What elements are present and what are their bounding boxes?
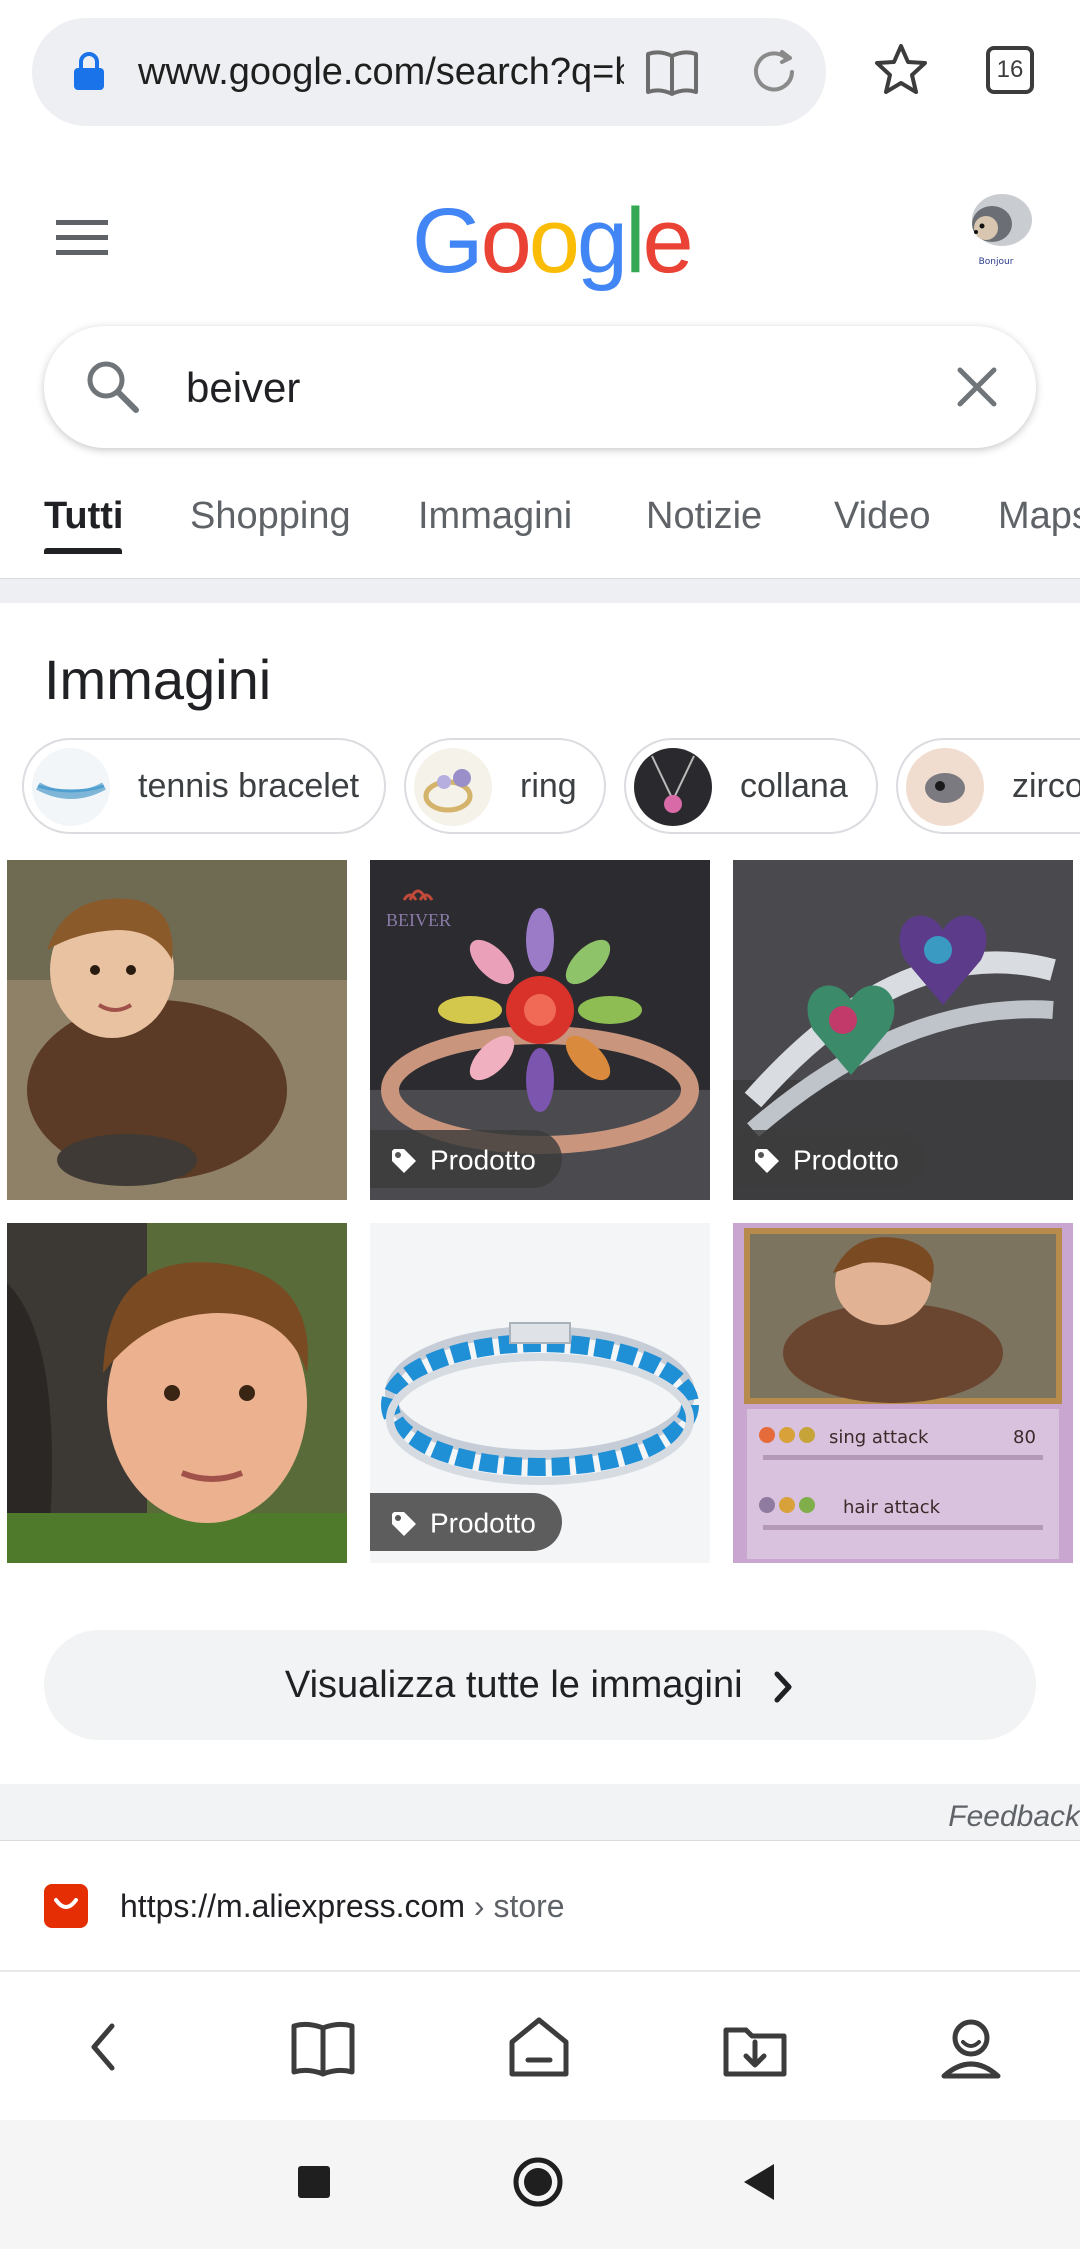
logo-letter: g [576,190,628,292]
chip-label: tennis bracelet [138,767,360,805]
chevron-right-icon [774,1671,792,1703]
chip-label: zirconi [1012,767,1080,805]
image-result-ring-product[interactable]: BEIVER Prodotto [370,860,710,1200]
profile-icon[interactable] [936,2012,1006,2082]
browser-bottom-toolbar [0,1970,1080,2122]
address-bar[interactable]: www.google.com/search?q=beiver [32,18,826,126]
feedback-band [0,1784,1080,1841]
hedgehog-avatar-image: Bonjour [956,186,1036,272]
chip-thumbnail [906,748,984,826]
google-logo[interactable]: Google [412,186,694,296]
back-button-icon[interactable] [740,2162,778,2202]
reader-mode-icon[interactable] [644,46,700,98]
bookmark-star-icon[interactable] [872,42,930,98]
account-avatar[interactable]: Bonjour [956,186,1036,272]
image-result-bracelet-product[interactable]: Prodotto [370,1223,710,1563]
search-icon[interactable] [84,358,142,416]
search-input[interactable] [184,360,788,416]
url-text[interactable]: www.google.com/search?q=beiver [138,48,624,96]
image-result-heart-ring-product[interactable]: Prodotto [733,860,1073,1200]
chip-thumbnail [634,748,712,826]
tab-tutti[interactable]: Tutti [44,490,123,570]
chip-tennis-bracelet[interactable]: tennis bracelet [22,738,386,834]
product-badge-label: Prodotto [430,1507,536,1539]
image-result-pokemon-card[interactable]: sing attack 80 hair attack [733,1223,1073,1563]
product-badge: Prodotto [370,1493,562,1551]
beaver-photo [7,860,347,1200]
hamburger-menu-icon[interactable] [56,218,108,256]
chip-ring[interactable]: ring [404,738,606,834]
chip-thumbnail [32,748,110,826]
tab-video[interactable]: Video [834,490,931,570]
product-badge: Prodotto [733,1130,925,1188]
system-navigation-bar [0,2120,1080,2249]
card-attack-1: sing attack [829,1427,929,1448]
reload-icon[interactable] [748,46,800,98]
search-box[interactable] [44,326,1036,448]
chip-label: collana [740,767,848,805]
images-section-title: Immagini [44,648,272,711]
tag-icon [392,1511,416,1536]
view-all-images-label: Visualizza tutte le immagini [284,1664,743,1706]
search-tabs: Tutti Shopping Immagini Notizie Video Ma… [0,490,1080,570]
view-all-images-button[interactable]: Visualizza tutte le immagini [44,1630,1036,1740]
logo-letter: l [625,190,646,292]
section-divider [0,578,1080,603]
brand-watermark: BEIVER [386,910,451,930]
tab-immagini[interactable]: Immagini [418,490,572,570]
chip-label: ring [520,767,577,805]
aliexpress-favicon [44,1884,88,1928]
tab-switcher-button[interactable]: 16 [986,46,1034,94]
tab-maps[interactable]: Maps [998,490,1080,570]
feedback-link[interactable]: Feedback [948,1800,1080,1834]
chip-zirconi[interactable]: zirconi [896,738,1080,834]
home-icon[interactable] [504,2012,574,2082]
product-badge: Prodotto [370,1130,562,1188]
back-icon[interactable] [72,2012,142,2082]
result-url-breadcrumb: › store [465,1888,565,1924]
clear-search-icon[interactable] [954,364,1000,410]
beaver-trading-card: sing attack 80 hair attack [733,1223,1073,1563]
result-url-domain: https://m.aliexpress.com [120,1888,465,1924]
chip-collana[interactable]: collana [624,738,878,834]
refinement-chips: tennis bracelet ring collana zirco [0,738,1080,838]
card-attack-2: hair attack [843,1497,941,1518]
logo-letter: e [642,190,694,292]
result-url[interactable]: https://m.aliexpress.com › store [120,1884,565,1928]
avatar-caption: Bonjour [979,257,1014,267]
downloads-icon[interactable] [720,2012,790,2082]
bookmarks-icon[interactable] [288,2012,358,2082]
product-badge-label: Prodotto [430,1144,536,1176]
logo-letter: G [412,190,484,292]
image-result-beaver[interactable] [7,860,347,1200]
tab-notizie[interactable]: Notizie [646,490,762,570]
recents-button-icon[interactable] [296,2164,332,2200]
beaver-face-photo [7,1223,347,1563]
chip-thumbnail [414,748,492,826]
logo-letter: o [528,190,580,292]
tab-shopping[interactable]: Shopping [190,490,351,570]
tag-icon [392,1148,416,1173]
active-tab-indicator [44,548,122,554]
logo-letter: o [480,190,532,292]
card-attack-1-damage: 80 [1013,1427,1036,1448]
home-button-icon[interactable] [512,2156,564,2208]
tag-icon [755,1148,779,1173]
lock-icon [74,52,104,90]
product-badge-label: Prodotto [793,1144,899,1176]
image-result-beaver-face[interactable] [7,1223,347,1563]
